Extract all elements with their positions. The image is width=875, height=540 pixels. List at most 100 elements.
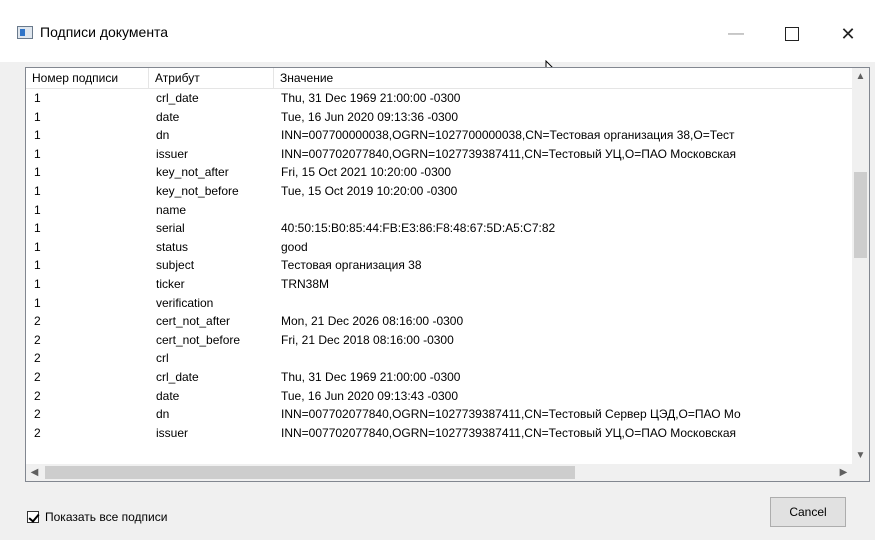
cell-attribute: issuer xyxy=(156,425,189,440)
table-body: 1 crl_date Thu, 31 Dec 1969 21:00:00 -0300… xyxy=(26,89,852,442)
cell-attribute: verification xyxy=(156,295,214,310)
cell-signature-number: 1 xyxy=(34,295,41,310)
vertical-scroll-thumb[interactable] xyxy=(854,172,867,258)
cell-attribute: issuer xyxy=(156,146,189,161)
show-all-signatures-toggle[interactable]: Показать все подписи xyxy=(27,510,167,524)
cell-attribute: key_not_before xyxy=(156,183,239,198)
cell-signature-number: 2 xyxy=(34,351,41,366)
cell-value: Mon, 21 Dec 2026 08:16:00 -0300 xyxy=(281,314,464,329)
table-row[interactable]: 1 date Tue, 16 Jun 2020 09:13:36 -0300 xyxy=(26,108,852,127)
cell-signature-number: 1 xyxy=(34,91,41,105)
table-row[interactable]: 2 cert_not_after Mon, 21 Dec 2026 08:16:00… xyxy=(26,312,852,331)
table-row[interactable]: 1 name xyxy=(26,201,852,220)
cell-signature-number: 1 xyxy=(34,276,41,291)
cell-signature-number: 1 xyxy=(34,109,41,124)
table-row[interactable]: 1 subject Тестовая организация 38 xyxy=(26,256,852,275)
column-header-number[interactable]: Номер подписи xyxy=(26,68,149,88)
table-row[interactable]: 1 serial 40:50:15:B0:85:44:FB:E3:86:F8:48:… xyxy=(26,219,852,238)
table-row[interactable]: 1 key_not_before Tue, 15 Oct 2019 10:20:00… xyxy=(26,182,852,201)
cell-signature-number: 2 xyxy=(34,407,41,422)
horizontal-scrollbar[interactable]: ◀ ▶ xyxy=(26,464,852,481)
table-row[interactable]: 2 dn INN=007702077840,OGRN=1027739387411,C… xyxy=(26,405,852,424)
signatures-table[interactable]: Номер подписи Атрибут Значение 1 crl_date… xyxy=(25,67,870,482)
close-icon: ✕ xyxy=(840,23,856,44)
table-row[interactable]: 1 ticker TRN38M xyxy=(26,275,852,294)
cell-signature-number: 1 xyxy=(34,183,41,198)
cell-signature-number: 2 xyxy=(34,332,41,347)
cell-attribute: dn xyxy=(156,407,170,422)
cell-value: INN=007700000038,OGRN=1027700000038,CN=Т… xyxy=(281,128,735,143)
cell-signature-number: 2 xyxy=(34,369,41,384)
vertical-scrollbar[interactable]: ▲ ▼ xyxy=(852,68,869,464)
cell-signature-number: 1 xyxy=(34,202,41,217)
cell-value: INN=007702077840,OGRN=1027739387411,CN=Т… xyxy=(281,146,737,161)
table-row[interactable]: 1 crl_date Thu, 31 Dec 1969 21:00:00 -0300 xyxy=(26,89,852,108)
cell-value: Fri, 15 Oct 2021 10:20:00 -0300 xyxy=(281,165,452,180)
cell-attribute: date xyxy=(156,388,180,403)
table-row[interactable]: 1 verification xyxy=(26,294,852,313)
table-row[interactable]: 1 issuer INN=007702077840,OGRN=10277393874… xyxy=(26,145,852,164)
cell-signature-number: 1 xyxy=(34,258,41,273)
cell-value: Tue, 16 Jun 2020 09:13:43 -0300 xyxy=(281,388,459,403)
window-title: Подписи документа xyxy=(40,24,169,40)
cell-value: Тестовая организация 38 xyxy=(281,258,422,273)
column-header-attribute[interactable]: Атрибут xyxy=(149,68,274,88)
scrollbar-corner xyxy=(852,464,869,481)
cell-attribute: dn xyxy=(156,128,170,143)
table-header: Номер подписи Атрибут Значение xyxy=(26,68,852,89)
cell-value: good xyxy=(281,239,308,254)
table-row[interactable]: 2 issuer INN=007702077840,OGRN=10277393874… xyxy=(26,424,852,443)
cell-value: 40:50:15:B0:85:44:FB:E3:86:F8:48:67:5D:A… xyxy=(281,221,556,236)
column-header-value[interactable]: Значение xyxy=(274,68,852,88)
cell-signature-number: 1 xyxy=(34,221,41,236)
cell-value: Tue, 15 Oct 2019 10:20:00 -0300 xyxy=(281,183,458,198)
scroll-down-icon[interactable]: ▼ xyxy=(852,447,869,464)
cell-signature-number: 1 xyxy=(34,165,41,180)
cell-attribute: subject xyxy=(156,258,195,273)
table-row[interactable]: 2 crl xyxy=(26,349,852,368)
cell-attribute: crl_date xyxy=(156,369,199,384)
title-bar: Подписи документа — ✕ xyxy=(0,0,875,62)
cell-attribute: serial xyxy=(156,221,185,236)
cancel-button[interactable]: Cancel xyxy=(770,497,846,527)
table-row[interactable]: 2 cert_not_before Fri, 21 Dec 2018 08:16:0… xyxy=(26,331,852,350)
cell-signature-number: 2 xyxy=(34,388,41,403)
table-row[interactable]: 1 key_not_after Fri, 15 Oct 2021 10:20:00 … xyxy=(26,163,852,182)
show-all-checkbox[interactable] xyxy=(27,511,39,523)
cell-value: TRN38M xyxy=(281,276,330,291)
cell-value: INN=007702077840,OGRN=1027739387411,CN=Т… xyxy=(281,407,741,422)
maximize-button[interactable] xyxy=(769,18,815,50)
cell-attribute: cert_not_after xyxy=(156,314,231,329)
cell-signature-number: 2 xyxy=(34,425,41,440)
cell-value: INN=007702077840,OGRN=1027739387411,CN=Т… xyxy=(281,425,737,440)
horizontal-scroll-thumb[interactable] xyxy=(45,466,575,479)
cell-attribute: ticker xyxy=(156,276,185,291)
scroll-up-icon[interactable]: ▲ xyxy=(852,68,869,85)
scroll-left-icon[interactable]: ◀ xyxy=(26,464,43,481)
cell-attribute: key_not_after xyxy=(156,165,229,180)
cell-signature-number: 2 xyxy=(34,314,41,329)
maximize-icon xyxy=(785,27,799,41)
cell-attribute: cert_not_before xyxy=(156,332,241,347)
scroll-right-icon[interactable]: ▶ xyxy=(835,464,852,481)
dialog-icon xyxy=(17,26,33,39)
cell-signature-number: 1 xyxy=(34,146,41,161)
cell-attribute: crl xyxy=(156,351,169,366)
show-all-label: Показать все подписи xyxy=(45,510,168,524)
cell-attribute: date xyxy=(156,109,180,124)
cell-attribute: name xyxy=(156,202,187,217)
table-row[interactable]: 2 date Tue, 16 Jun 2020 09:13:43 -0300 xyxy=(26,387,852,406)
table-row[interactable]: 1 status good xyxy=(26,238,852,257)
cell-attribute: crl_date xyxy=(156,91,199,105)
close-button[interactable]: ✕ xyxy=(825,18,871,50)
cell-value: Thu, 31 Dec 1969 21:00:00 -0300 xyxy=(281,369,461,384)
table-row[interactable]: 2 crl_date Thu, 31 Dec 1969 21:00:00 -0300 xyxy=(26,368,852,387)
cell-attribute: status xyxy=(156,239,189,254)
minimize-button[interactable]: — xyxy=(713,18,759,50)
table-row[interactable]: 1 dn INN=007700000038,OGRN=1027700000038,C… xyxy=(26,126,852,145)
cell-signature-number: 1 xyxy=(34,239,41,254)
cell-value: Tue, 16 Jun 2020 09:13:36 -0300 xyxy=(281,109,459,124)
cell-value: Thu, 31 Dec 1969 21:00:00 -0300 xyxy=(281,91,461,105)
cell-value: Fri, 21 Dec 2018 08:16:00 -0300 xyxy=(281,332,454,347)
cell-signature-number: 1 xyxy=(34,128,41,143)
